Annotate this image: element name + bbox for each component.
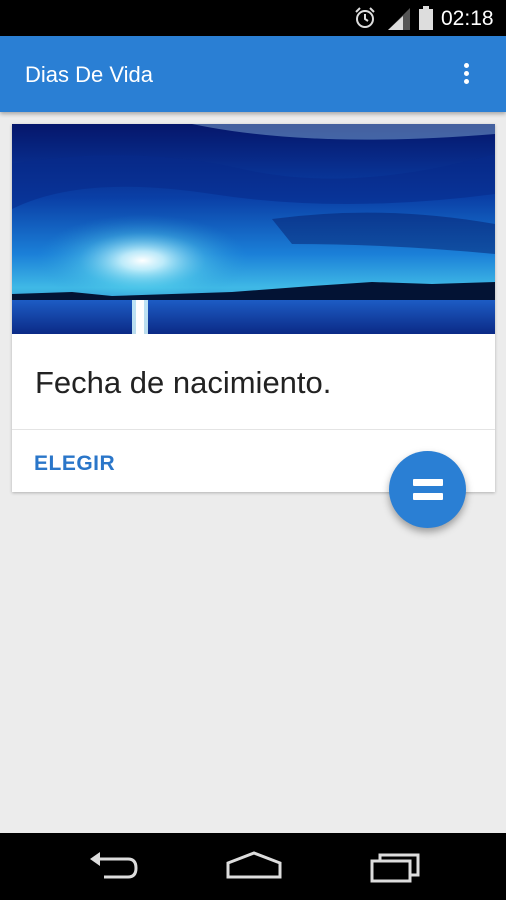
app-screen: 02:18 Dias De Vida Fecha de nacimiento. … xyxy=(0,0,506,900)
status-time: 02:18 xyxy=(441,7,494,30)
choose-button[interactable]: ELEGIR xyxy=(34,451,115,477)
nav-bar xyxy=(0,833,506,900)
status-bar: 02:18 xyxy=(0,0,506,36)
signal-icon xyxy=(388,8,410,30)
alarm-icon xyxy=(355,7,375,28)
app-title: Dias De Vida xyxy=(25,62,153,87)
app-bar: Dias De Vida xyxy=(0,36,506,112)
birthdate-card: Fecha de nacimiento. ELEGIR xyxy=(12,124,495,492)
blue-sunset-lake-image xyxy=(12,124,495,334)
recents-icon[interactable] xyxy=(366,847,424,887)
more-vert-icon[interactable] xyxy=(452,56,482,92)
fab-button[interactable] xyxy=(389,451,466,528)
home-icon[interactable] xyxy=(222,847,286,887)
card-title: Fecha de nacimiento. xyxy=(35,365,332,400)
equals-icon xyxy=(413,479,443,486)
card-divider xyxy=(12,429,495,430)
battery-icon xyxy=(419,6,433,30)
back-icon[interactable] xyxy=(84,847,144,887)
